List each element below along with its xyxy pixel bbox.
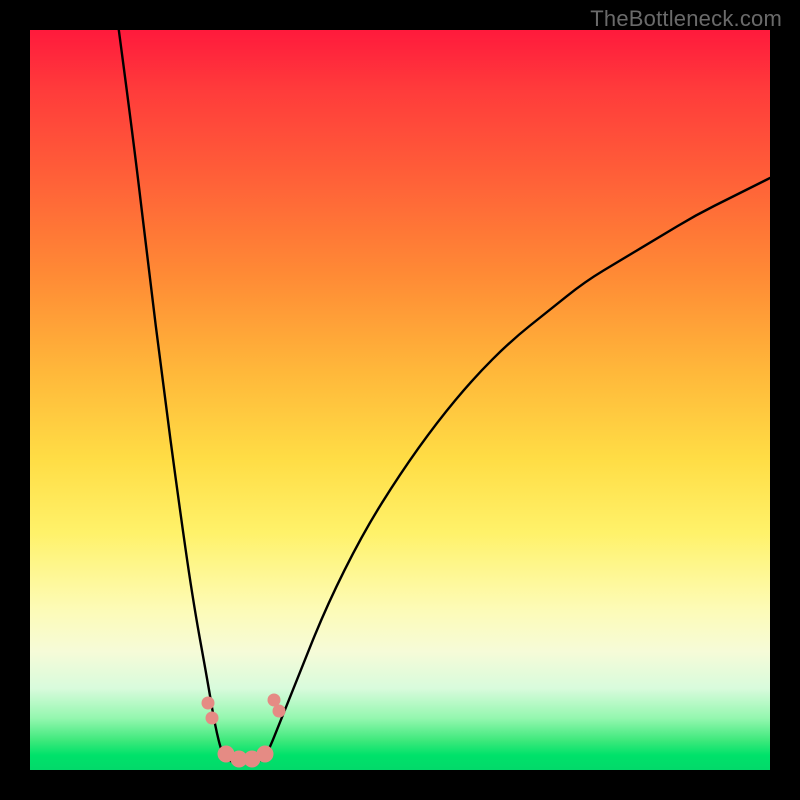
chart-plot-area [30, 30, 770, 770]
chart-marker [206, 712, 219, 725]
chart-marker [201, 697, 214, 710]
bottleneck-curve [30, 30, 770, 770]
chart-marker [272, 704, 285, 717]
chart-marker [256, 745, 273, 762]
watermark-text: TheBottleneck.com [590, 6, 782, 32]
